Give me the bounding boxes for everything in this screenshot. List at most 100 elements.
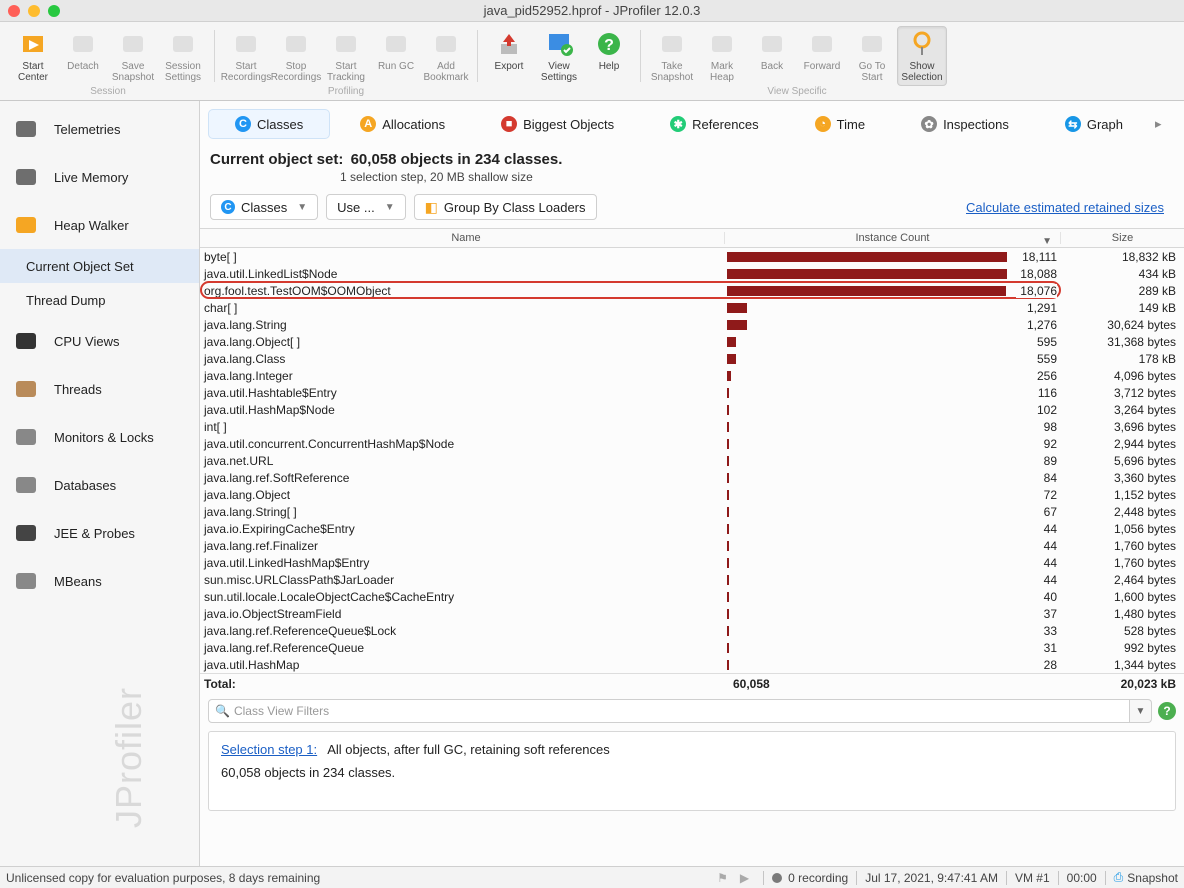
start-center-button[interactable]: StartCenter <box>8 26 58 86</box>
cell-count: 37 <box>725 607 1061 621</box>
help-icon[interactable]: ? <box>1158 702 1176 720</box>
table-row[interactable]: java.io.ExpiringCache$Entry441,056 bytes <box>200 520 1184 537</box>
go-to-start-icon <box>857 29 887 59</box>
table-row[interactable]: sun.util.locale.LocaleObjectCache$CacheE… <box>200 588 1184 605</box>
count-value: 18,076 <box>1016 284 1057 298</box>
sidebar-item-live-memory[interactable]: Live Memory <box>0 153 199 201</box>
cell-count: 18,111 <box>725 250 1061 264</box>
view-classes[interactable]: CClasses <box>208 109 330 139</box>
table-row[interactable]: byte[ ]18,11118,832 kB <box>200 248 1184 265</box>
table-row[interactable]: java.lang.String1,27630,624 bytes <box>200 316 1184 333</box>
selection-steps-panel: Selection step 1: All objects, after ful… <box>208 731 1176 811</box>
view-settings-button[interactable]: ViewSettings <box>534 26 584 86</box>
sidebar-item-databases[interactable]: Databases <box>0 461 199 509</box>
export-button[interactable]: Export <box>484 26 534 86</box>
table-row[interactable]: java.lang.String[ ]672,448 bytes <box>200 503 1184 520</box>
table-row[interactable]: java.io.ObjectStreamField371,480 bytes <box>200 605 1184 622</box>
add-bookmark-label: AddBookmark <box>424 61 469 83</box>
start-recordings-label: StartRecordings <box>221 61 272 83</box>
count-value: 18,111 <box>1018 250 1057 264</box>
table-row[interactable]: java.lang.ref.SoftReference843,360 bytes <box>200 469 1184 486</box>
table-row[interactable]: java.util.HashMap$Node1023,264 bytes <box>200 401 1184 418</box>
table-row[interactable]: java.net.URL895,696 bytes <box>200 452 1184 469</box>
add-bookmark-button: AddBookmark <box>421 26 471 86</box>
count-bar <box>727 405 729 415</box>
table-row[interactable]: java.lang.ref.ReferenceQueue31992 bytes <box>200 639 1184 656</box>
object-set-subtitle: 1 selection step, 20 MB shallow size <box>340 170 1174 184</box>
table-row[interactable]: java.lang.ref.ReferenceQueue$Lock33528 b… <box>200 622 1184 639</box>
sidebar-item-jee-probes[interactable]: JEE & Probes <box>0 509 199 557</box>
close-window-button[interactable] <box>8 5 20 17</box>
sidebar-item-heap-walker[interactable]: Heap Walker <box>0 201 199 249</box>
sidebar: TelemetriesLive MemoryHeap WalkerCurrent… <box>0 101 200 866</box>
table-row[interactable]: char[ ]1,291149 kB <box>200 299 1184 316</box>
sidebar-item-cpu-views[interactable]: CPU Views <box>0 317 199 365</box>
sidebar-item-threads[interactable]: Threads <box>0 365 199 413</box>
marker-icon[interactable]: ▶ <box>740 871 749 885</box>
table-row[interactable]: java.lang.Object[ ]59531,368 bytes <box>200 333 1184 350</box>
col-size-header[interactable]: Size <box>1061 232 1184 244</box>
classes-dropdown[interactable]: C Classes ▼ <box>210 194 318 220</box>
view-graph[interactable]: ⇆Graph <box>1039 110 1149 138</box>
cell-name: java.lang.String <box>200 318 725 332</box>
table-row[interactable]: java.lang.ref.Finalizer441,760 bytes <box>200 537 1184 554</box>
view-biggest-objects[interactable]: ■Biggest Objects <box>475 110 640 138</box>
start-center-icon <box>18 29 48 59</box>
telemetries-icon <box>12 115 40 143</box>
sidebar-item-mbeans[interactable]: MBeans <box>0 557 199 605</box>
view-inspections[interactable]: ✿Inspections <box>895 110 1035 138</box>
cell-name: java.util.concurrent.ConcurrentHashMap$N… <box>200 437 725 451</box>
view-allocations[interactable]: AAllocations <box>334 110 471 138</box>
table-row[interactable]: java.util.LinkedList$Node18,088434 kB <box>200 265 1184 282</box>
cell-count: 40 <box>725 590 1061 604</box>
help-label: Help <box>599 61 620 83</box>
filter-dropdown[interactable]: ▼ <box>1130 699 1152 723</box>
count-bar <box>727 490 729 500</box>
help-button[interactable]: ?Help <box>584 26 634 86</box>
sidebar-item-thread-dump[interactable]: Thread Dump <box>0 283 199 317</box>
table-row[interactable]: java.util.Hashtable$Entry1163,712 bytes <box>200 384 1184 401</box>
sidebar-item-telemetries[interactable]: Telemetries <box>0 105 199 153</box>
cell-count: 98 <box>725 420 1061 434</box>
maximize-window-button[interactable] <box>48 5 60 17</box>
show-selection-button[interactable]: ShowSelection <box>897 26 947 86</box>
references-icon: ✱ <box>670 116 686 132</box>
col-name-header[interactable]: Name <box>200 232 725 244</box>
cell-name: java.util.Hashtable$Entry <box>200 386 725 400</box>
group-by-button[interactable]: ◧ Group By Class Loaders <box>414 194 597 220</box>
cell-size: 149 kB <box>1061 301 1184 315</box>
count-value: 116 <box>1034 386 1057 400</box>
cell-name: sun.misc.URLClassPath$JarLoader <box>200 573 725 587</box>
use-dropdown[interactable]: Use ... ▼ <box>326 194 405 220</box>
session-settings-label: SessionSettings <box>165 61 201 83</box>
table-row[interactable]: java.lang.Object721,152 bytes <box>200 486 1184 503</box>
sidebar-item-current-object-set[interactable]: Current Object Set <box>0 249 199 283</box>
table-row[interactable]: java.lang.Class559178 kB <box>200 350 1184 367</box>
show-selection-label: ShowSelection <box>901 61 942 83</box>
start-recordings-button: StartRecordings <box>221 26 271 86</box>
graph-next-icon[interactable]: ▸ <box>1155 116 1162 132</box>
view-label: Classes <box>257 117 303 132</box>
search-icon: 🔍 <box>215 704 230 718</box>
sidebar-item-monitors-locks[interactable]: Monitors & Locks <box>0 413 199 461</box>
table-row[interactable]: int[ ]983,696 bytes <box>200 418 1184 435</box>
cell-name: java.lang.Object[ ] <box>200 335 725 349</box>
selection-step-link[interactable]: Selection step 1: <box>221 742 317 757</box>
table-row[interactable]: java.lang.Integer2564,096 bytes <box>200 367 1184 384</box>
view-time[interactable]: ◔Time <box>789 110 891 138</box>
table-row[interactable]: java.util.LinkedHashMap$Entry441,760 byt… <box>200 554 1184 571</box>
table-row[interactable]: java.util.HashMap281,344 bytes <box>200 656 1184 673</box>
class-view-filter-input[interactable]: 🔍 Class View Filters <box>208 699 1130 723</box>
table-row[interactable]: java.util.concurrent.ConcurrentHashMap$N… <box>200 435 1184 452</box>
calculate-sizes-link[interactable]: Calculate estimated retained sizes <box>966 200 1164 215</box>
view-references[interactable]: ✱References <box>644 110 784 138</box>
table-row[interactable]: org.fool.test.TestOOM$OOMObject18,076289… <box>200 282 1184 299</box>
count-value: 256 <box>1033 369 1057 383</box>
col-count-header[interactable]: Instance Count ▼ <box>725 232 1061 244</box>
group-label-view_specific: View Specific <box>767 86 826 97</box>
view-label: Inspections <box>943 117 1009 132</box>
sort-desc-icon: ▼ <box>1042 236 1052 247</box>
minimize-window-button[interactable] <box>28 5 40 17</box>
table-row[interactable]: sun.misc.URLClassPath$JarLoader442,464 b… <box>200 571 1184 588</box>
flag-icon[interactable]: ⚑ <box>717 871 728 885</box>
